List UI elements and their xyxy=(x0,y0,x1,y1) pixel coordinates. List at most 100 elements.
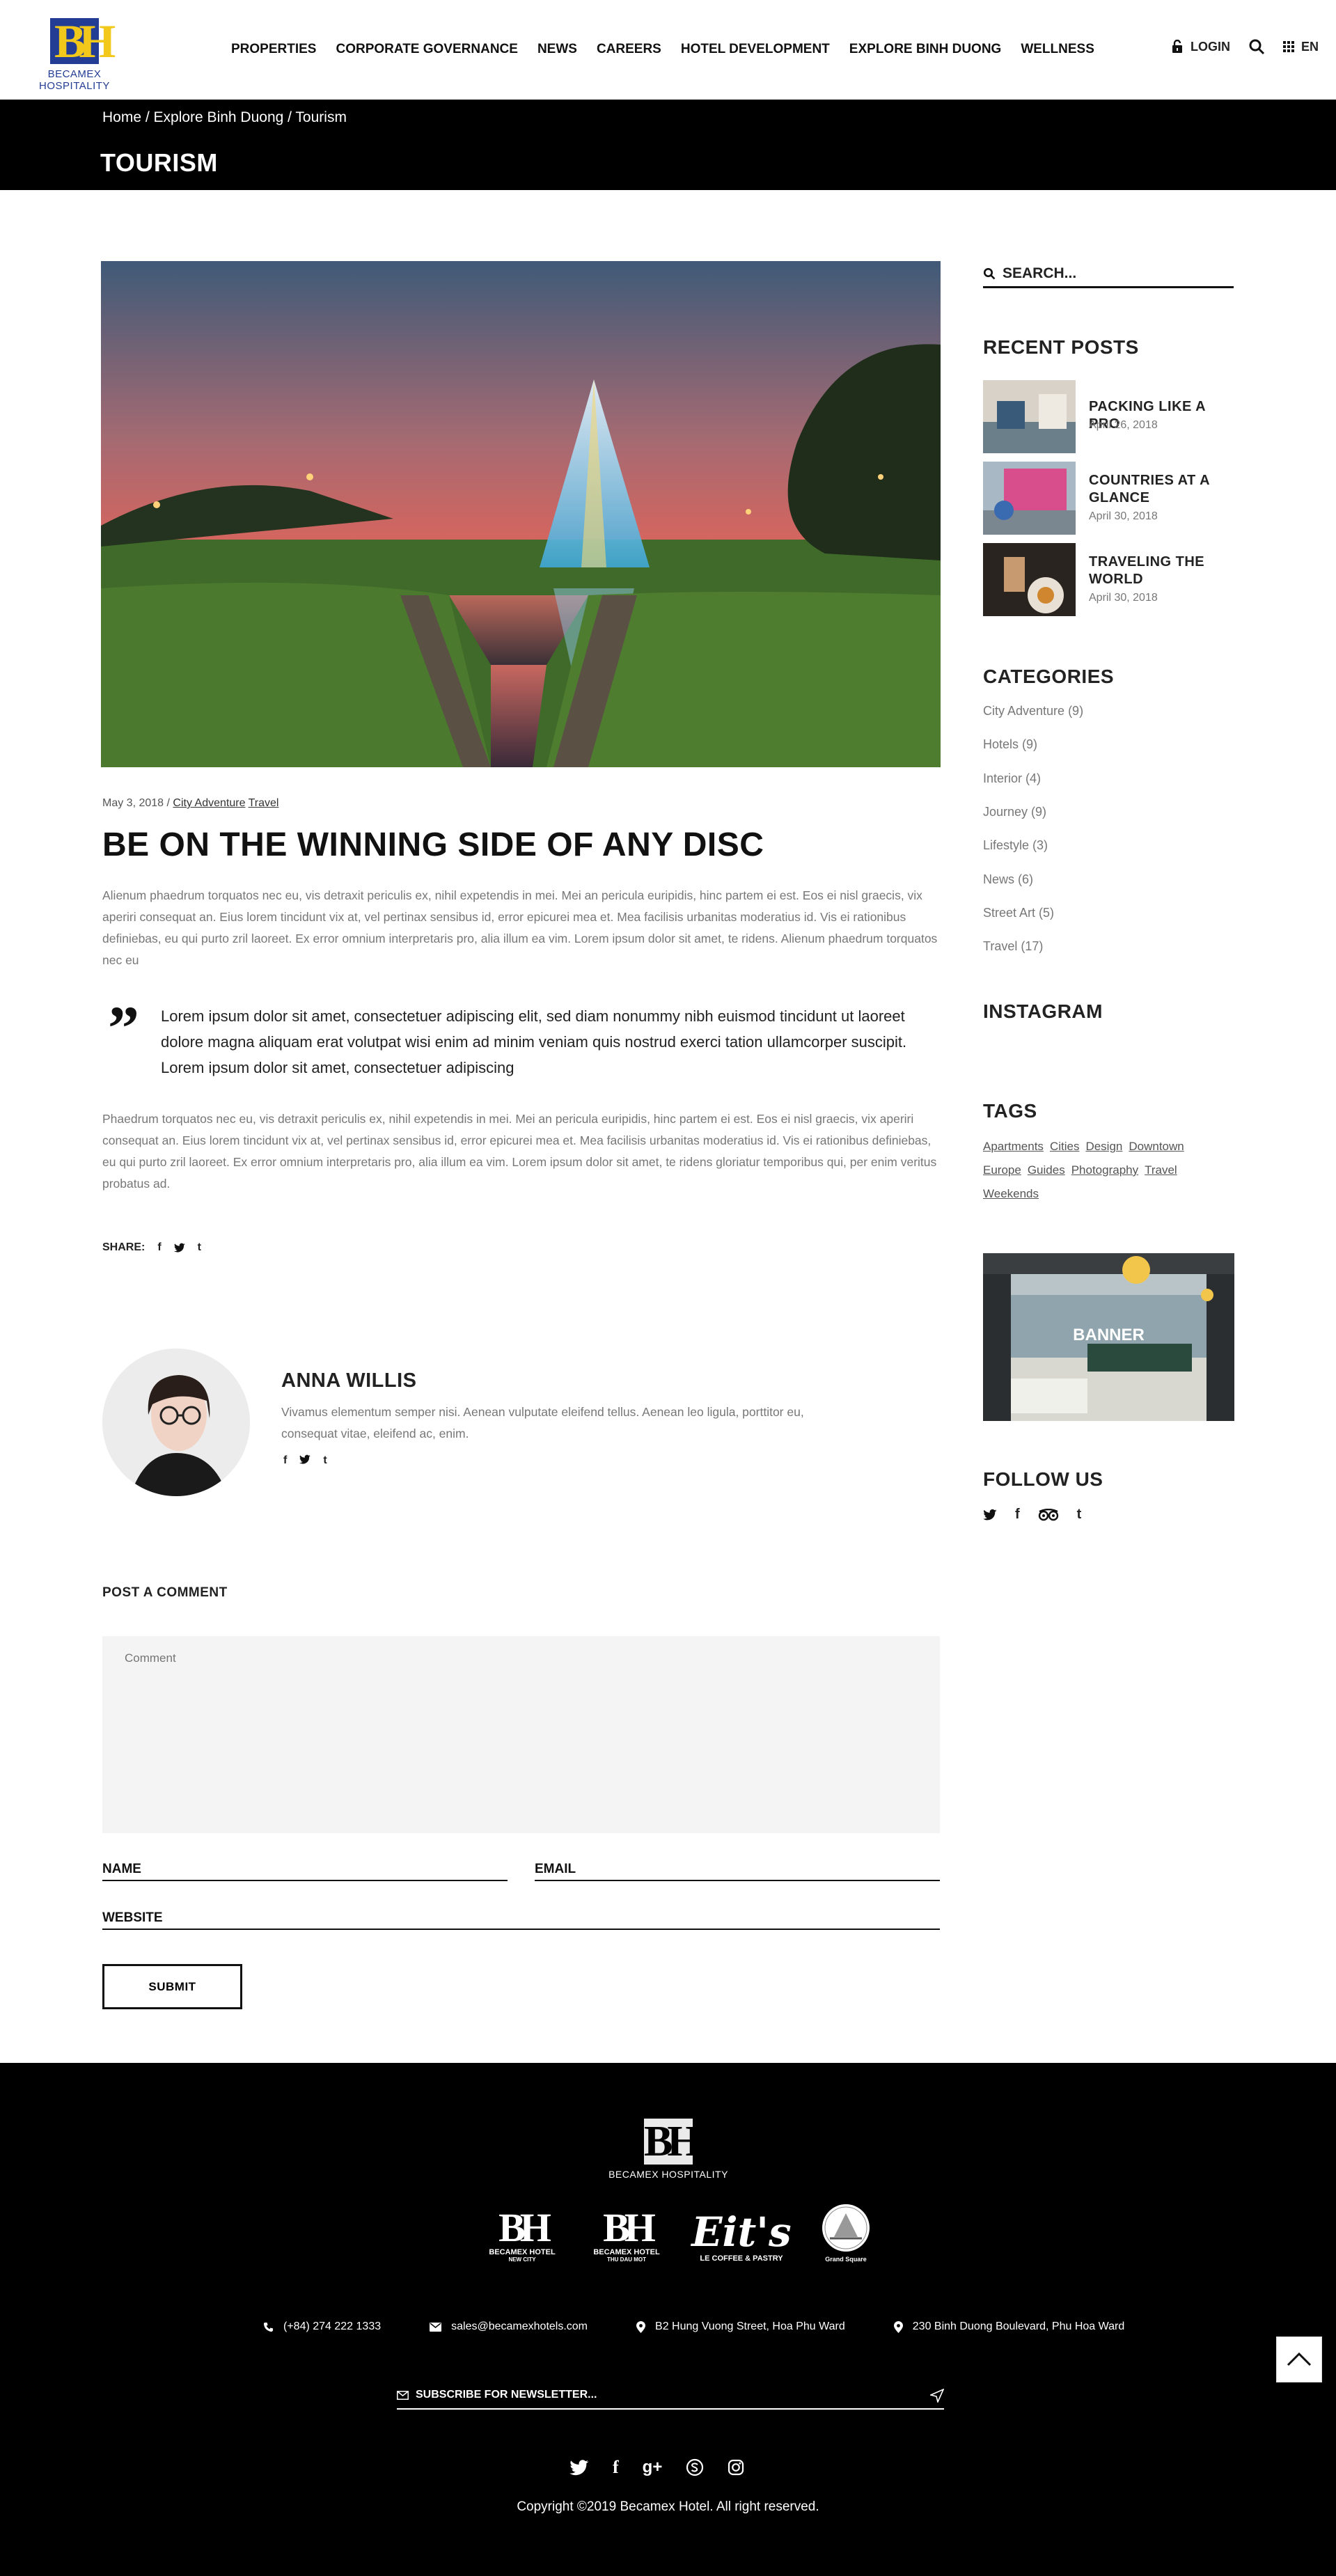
contact-address[interactable]: B2 Hung Vuong Street, Hoa Phu Ward xyxy=(636,2320,845,2333)
back-to-top-button[interactable] xyxy=(1276,2337,1322,2382)
sidebar-search[interactable]: SEARCH... xyxy=(983,260,1234,288)
login-link[interactable]: LOGIN xyxy=(1171,40,1230,54)
footer-logo-text: BECAMEX HOSPITALITY xyxy=(608,2169,728,2180)
search-icon[interactable] xyxy=(1248,38,1265,55)
mail-icon xyxy=(430,2322,442,2332)
facebook-icon[interactable]: f xyxy=(157,1241,161,1254)
site-logo[interactable]: BH BECAMEX HOSPITALITY xyxy=(15,17,134,92)
footer-social-links: f g+ xyxy=(569,2457,744,2478)
twitter-icon[interactable] xyxy=(299,1454,311,1464)
send-icon[interactable] xyxy=(930,2389,944,2403)
author-avatar xyxy=(102,1349,250,1496)
nav-wellness[interactable]: WELLNESS xyxy=(1021,42,1094,57)
category-link[interactable]: Lifestyle (3) xyxy=(983,838,1048,853)
comment-heading: POST A COMMENT xyxy=(102,1585,228,1600)
nav-properties[interactable]: PROPERTIES xyxy=(231,42,316,57)
main-nav: PROPERTIES CORPORATE GOVERNANCE NEWS CAR… xyxy=(231,42,1114,57)
tumblr-icon[interactable]: t xyxy=(198,1241,201,1254)
language-label: EN xyxy=(1300,39,1319,54)
follow-us-heading: FOLLOW US xyxy=(983,1468,1103,1490)
tags-heading: TAGS xyxy=(983,1100,1037,1122)
twitter-icon[interactable] xyxy=(569,2459,589,2476)
tag-link[interactable]: Apartments xyxy=(983,1140,1044,1153)
brand-logo[interactable]: BH BECAMEX HOTEL NEW CITY xyxy=(480,2208,564,2263)
tag-link[interactable]: Guides xyxy=(1028,1163,1065,1177)
facebook-icon[interactable]: f xyxy=(613,2457,619,2478)
instagram-heading: INSTAGRAM xyxy=(983,1000,1103,1022)
footer-logo[interactable]: BH BECAMEX HOSPITALITY xyxy=(599,2119,738,2180)
brand-logo[interactable]: BH BECAMEX HOTEL THU DAU MOT xyxy=(585,2208,668,2263)
tag-link[interactable]: Europe xyxy=(983,1163,1021,1177)
grid-icon xyxy=(1282,41,1294,52)
phone-text: (+84) 274 222 1333 xyxy=(283,2320,382,2332)
contact-email[interactable]: sales@becamexhotels.com xyxy=(430,2320,588,2333)
category-link[interactable]: Interior (4) xyxy=(983,771,1041,786)
category-link[interactable]: Travel (17) xyxy=(983,939,1043,954)
tag-cloud: Apartments Cities Design Downtown Europe Gui… xyxy=(983,1135,1241,1206)
contact-phone[interactable]: (+84) 274 222 1333 xyxy=(263,2320,381,2333)
recent-posts-heading: RECENT POSTS xyxy=(983,336,1139,358)
brand-logo[interactable]: Grand Square xyxy=(815,2202,877,2263)
tag-link[interactable]: Photography xyxy=(1071,1163,1138,1177)
brand-logo[interactable]: Eit's LE COFFEE & PASTRY xyxy=(689,2210,794,2263)
tag-link[interactable]: Weekends xyxy=(983,1187,1039,1200)
tag-link[interactable]: Travel xyxy=(1145,1163,1177,1177)
tag-link[interactable]: Cities xyxy=(1050,1140,1080,1153)
recent-post-thumbnail xyxy=(983,462,1076,535)
category-link[interactable]: City Adventure (9) xyxy=(983,704,1083,718)
email-field[interactable]: EMAIL xyxy=(535,1853,940,1881)
contact-address[interactable]: 230 Binh Duong Boulevard, Phu Hoa Ward xyxy=(893,2320,1124,2333)
title-band: Home / Explore Binh Duong / Tourism TOUR… xyxy=(0,100,1336,190)
submit-button[interactable]: SUBMIT xyxy=(102,1964,242,2009)
brand-wordmark: Eit's xyxy=(691,2208,792,2256)
tumblr-icon[interactable]: t xyxy=(1077,1507,1082,1523)
newsletter-input[interactable]: SUBSCRIBE FOR NEWSLETTER... xyxy=(397,2382,944,2410)
nav-corporate-governance[interactable]: CORPORATE GOVERNANCE xyxy=(336,42,517,57)
copyright: Copyright ©2019 Becamex Hotel. All right… xyxy=(517,2499,819,2514)
comment-input[interactable] xyxy=(102,1636,940,1833)
name-field[interactable]: NAME xyxy=(102,1853,508,1881)
author-name: ANNA WILLIS xyxy=(281,1369,417,1392)
author-bio: Vivamus elementum semper nisi. Aenean vu… xyxy=(281,1405,804,1440)
article-date: May 3, 2018 / xyxy=(102,797,170,809)
share-label: SHARE: xyxy=(102,1241,146,1253)
newsletter-placeholder: SUBSCRIBE FOR NEWSLETTER... xyxy=(416,2389,597,2401)
facebook-icon[interactable]: f xyxy=(283,1454,287,1467)
twitter-icon[interactable] xyxy=(173,1243,185,1252)
banner-label: BANNER xyxy=(1073,1326,1145,1344)
nav-news[interactable]: NEWS xyxy=(537,42,577,57)
map-pin-icon xyxy=(636,2320,646,2333)
author-social: f t xyxy=(283,1454,327,1467)
twitter-icon[interactable] xyxy=(983,1509,997,1521)
facebook-icon[interactable]: f xyxy=(1015,1507,1020,1523)
google-plus-icon[interactable]: g+ xyxy=(643,2458,663,2477)
header-actions: LOGIN EN xyxy=(1171,38,1319,55)
brand-name: BECAMEX HOTEL xyxy=(593,2248,660,2256)
instagram-icon[interactable] xyxy=(728,2459,744,2476)
tag-link[interactable]: Design xyxy=(1085,1140,1122,1153)
category-link[interactable]: City Adventure xyxy=(173,797,245,809)
nav-careers[interactable]: CAREERS xyxy=(597,42,661,57)
tumblr-icon[interactable]: t xyxy=(323,1454,327,1467)
recent-post[interactable]: PACKING LIKE A PRO April 26, 2018 xyxy=(983,380,1234,453)
breadcrumb[interactable]: Home / Explore Binh Duong / Tourism xyxy=(102,109,347,126)
skype-icon[interactable] xyxy=(686,2458,704,2476)
nav-explore-binh-duong[interactable]: EXPLORE BINH DUONG xyxy=(849,42,1002,57)
category-link[interactable]: News (6) xyxy=(983,872,1033,887)
quote-text: Lorem ipsum dolor sit amet, consectetuer… xyxy=(161,1007,907,1076)
category-link[interactable]: Travel xyxy=(249,797,279,809)
author-box: ANNA WILLIS Vivamus elementum semper nis… xyxy=(102,1349,938,1498)
tag-link[interactable]: Downtown xyxy=(1129,1140,1184,1153)
recent-post[interactable]: COUNTRIES AT A GLANCE April 30, 2018 xyxy=(983,462,1234,535)
category-link[interactable]: Hotels (9) xyxy=(983,737,1037,752)
website-field[interactable]: WEBSITE xyxy=(102,1902,940,1930)
sidebar-banner[interactable]: BANNER xyxy=(983,1253,1234,1421)
language-switcher[interactable]: EN xyxy=(1282,39,1319,54)
recent-post[interactable]: TRAVELING THE WORLD April 30, 2018 xyxy=(983,543,1234,616)
recent-post-title: COUNTRIES AT A GLANCE xyxy=(1089,473,1210,505)
tripadvisor-icon[interactable] xyxy=(1038,1508,1059,1521)
category-link[interactable]: Journey (9) xyxy=(983,805,1046,819)
category-link[interactable]: Street Art (5) xyxy=(983,906,1054,920)
address-text: B2 Hung Vuong Street, Hoa Phu Ward xyxy=(655,2320,845,2332)
nav-hotel-development[interactable]: HOTEL DEVELOPMENT xyxy=(681,42,830,57)
